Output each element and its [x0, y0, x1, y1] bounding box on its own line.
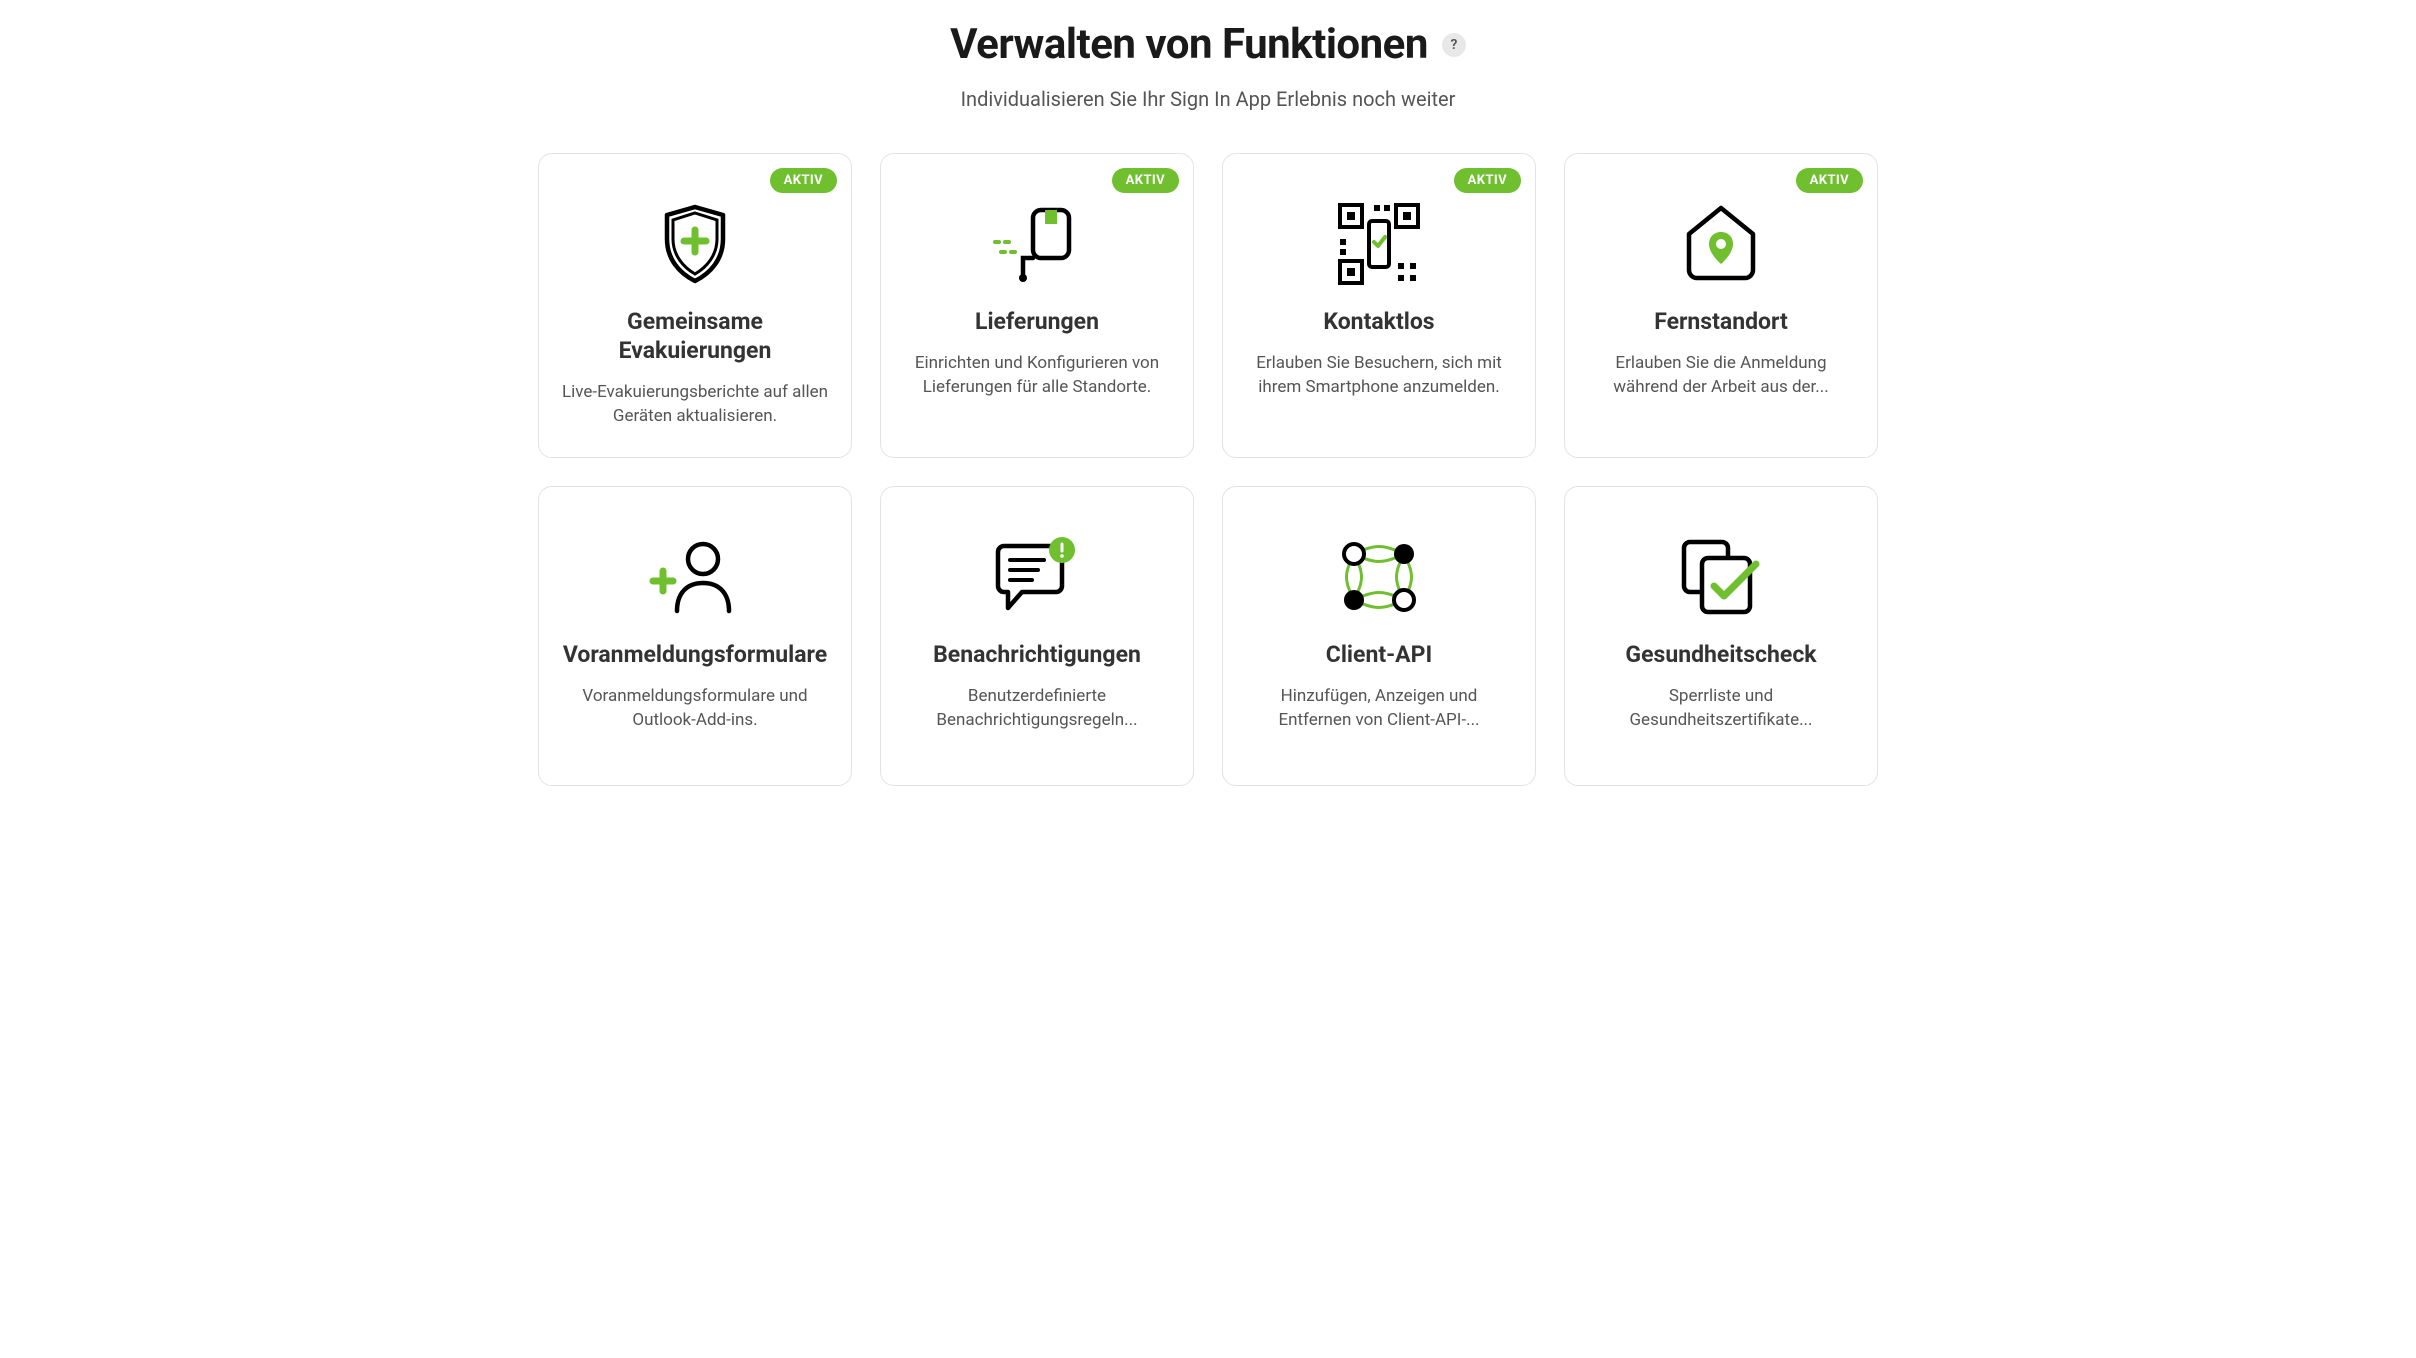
card-title: Benachrichtigungen [933, 641, 1141, 670]
card-desc: Benutzerdefinierte Benachrichtigungsrege… [902, 684, 1172, 733]
active-badge: AKTIV [770, 168, 837, 193]
page-title: Verwalten von Funktionen [950, 20, 1428, 69]
card-shared-evacuations[interactable]: AKTIV Gemeinsame Evakuierungen Live-Evak… [538, 153, 852, 458]
card-desc: Sperrliste und Gesundheitszertifikate... [1586, 684, 1856, 733]
card-desc: Einrichten und Konfigurieren von Lieferu… [902, 351, 1172, 400]
card-title: Voranmeldungsformulare [563, 641, 827, 670]
network-nodes-icon [1334, 531, 1424, 623]
card-contactless[interactable]: AKTIV [1222, 153, 1536, 458]
card-remote-site[interactable]: AKTIV Fernstandort Erlauben Sie die Anme… [1564, 153, 1878, 458]
card-title: Kontaktlos [1323, 308, 1434, 337]
card-desc: Erlauben Sie die Anmeldung während der A… [1586, 351, 1856, 400]
card-title: Gemeinsame Evakuierungen [559, 308, 831, 366]
page-header: Verwalten von Funktionen ? Individualisi… [60, 20, 2356, 111]
card-title: Gesundheitscheck [1625, 641, 1816, 670]
card-deliveries[interactable]: AKTIV Lieferungen Einrichten und Konfigu… [880, 153, 1194, 458]
card-preregistration-forms[interactable]: Voranmeldungsformulare Voranmeldungsform… [538, 486, 852, 786]
active-badge: AKTIV [1112, 168, 1179, 193]
house-pin-icon [1681, 198, 1761, 290]
active-badge: AKTIV [1796, 168, 1863, 193]
card-health-check[interactable]: Gesundheitscheck Sperrliste und Gesundhe… [1564, 486, 1878, 786]
feature-grid: AKTIV Gemeinsame Evakuierungen Live-Evak… [538, 153, 1878, 786]
card-title: Fernstandort [1654, 308, 1788, 337]
qr-code-icon [1334, 198, 1424, 290]
card-desc: Erlauben Sie Besuchern, sich mit ihrem S… [1244, 351, 1514, 400]
chat-alert-icon [992, 531, 1082, 623]
delivery-trolley-icon [989, 198, 1085, 290]
page-subtitle: Individualisieren Sie Ihr Sign In App Er… [60, 87, 2356, 111]
shield-plus-icon [659, 198, 731, 290]
card-desc: Live-Evakuierungsberichte auf allen Gerä… [560, 380, 830, 429]
card-title: Lieferungen [975, 308, 1099, 337]
active-badge: AKTIV [1454, 168, 1521, 193]
card-desc: Hinzufügen, Anzeigen und Entfernen von C… [1244, 684, 1514, 733]
help-icon[interactable]: ? [1442, 33, 1466, 57]
person-plus-icon [649, 531, 741, 623]
clipboard-check-icon [1676, 531, 1766, 623]
card-notifications[interactable]: Benachrichtigungen Benutzerdefinierte Be… [880, 486, 1194, 786]
card-title: Client-API [1326, 641, 1432, 670]
title-row: Verwalten von Funktionen ? [60, 20, 2356, 69]
card-client-api[interactable]: Client-API Hinzufügen, Anzeigen und Entf… [1222, 486, 1536, 786]
card-desc: Voranmeldungsformulare und Outlook-Add-i… [560, 684, 830, 733]
